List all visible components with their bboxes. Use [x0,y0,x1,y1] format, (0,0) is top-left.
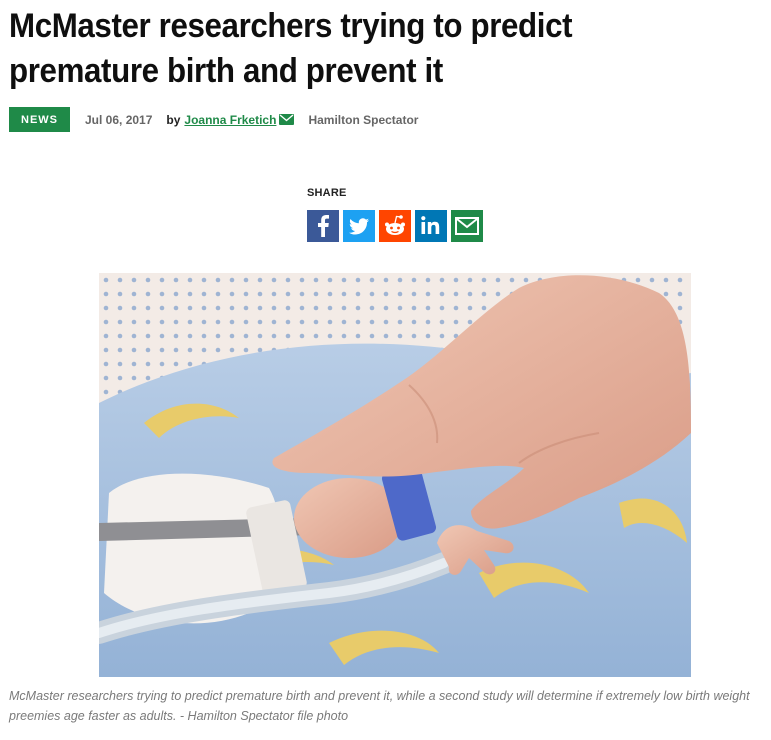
photo-caption: McMaster researchers trying to predict p… [9,689,750,723]
email-icon [451,210,483,242]
share-reddit-button[interactable] [379,210,411,242]
share-buttons [307,210,483,242]
article-headline: McMaster researchers trying to predict p… [9,7,573,90]
linkedin-icon [415,210,447,242]
byline-prefix: by [166,112,181,127]
reddit-icon [379,210,411,242]
source-name: Hamilton Spectator [308,112,419,127]
twitter-icon [343,210,375,242]
publish-date: Jul 06, 2017 [85,112,153,127]
article-photo[interactable] [99,273,691,677]
author-email-icon[interactable] [279,114,295,125]
share-label: SHARE [307,187,347,199]
facebook-icon [307,210,339,242]
share-email-button[interactable] [451,210,483,242]
article-meta: NEWS Jul 06, 2017 by Joanna Frketich Ham… [9,107,418,132]
category-badge[interactable]: NEWS [9,107,70,132]
share-linkedin-button[interactable] [415,210,447,242]
share-twitter-button[interactable] [343,210,375,242]
share-facebook-button[interactable] [307,210,339,242]
author-link[interactable]: Joanna Frketich [184,113,276,127]
preemie-photo-illustration [99,273,691,677]
